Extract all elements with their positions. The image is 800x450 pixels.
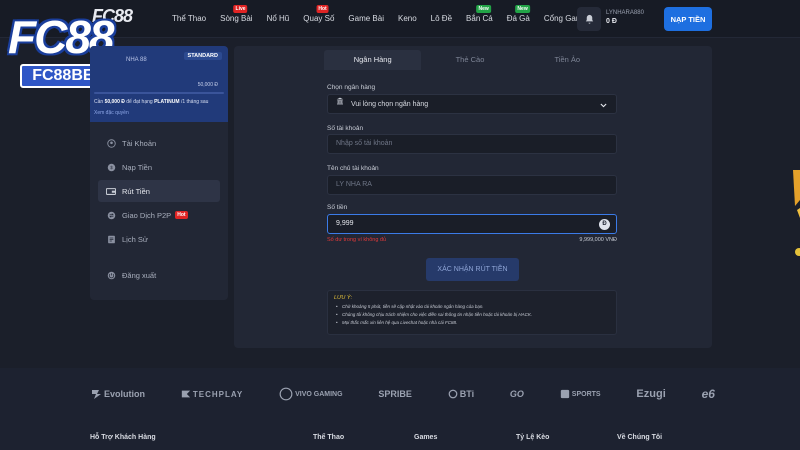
partner-ezugi: Ezugi — [636, 388, 666, 400]
footer-col-odds[interactable]: Tỷ Lệ Kèo — [516, 434, 549, 441]
sidebar-item-withdraw[interactable]: Rút Tiền — [98, 180, 220, 202]
live-badge: Live — [233, 5, 248, 13]
nav-card-games[interactable]: Game Bài — [348, 14, 384, 23]
bell-icon — [585, 14, 593, 24]
bank-select[interactable]: Vui lòng chọn ngân hàng — [327, 94, 617, 114]
nav-keno[interactable]: Keno — [398, 14, 417, 23]
vip-note: Cần 50,000 Đ để đạt hạng PLATINUM /1 thá… — [94, 99, 209, 105]
tab-bank[interactable]: Ngân Hàng — [324, 50, 422, 70]
chevron-down-icon — [599, 100, 608, 118]
withdraw-tabs: Ngân Hàng Thẻ Cào Tiền Ảo — [324, 50, 616, 70]
nav-lode[interactable]: Lô Đề — [431, 14, 452, 23]
notice-box: LƯU Ý: Chờ khoảng 5 phút, tiền sẽ cập nh… — [327, 290, 617, 335]
partner-bti: BTi — [448, 389, 474, 399]
sidebar-menu: Tài Khoản $ Nạp Tiền Rút Tiền Giao Dịch … — [90, 122, 228, 286]
amount-label: Số tiền — [327, 204, 348, 211]
partner-vivo: VIVO GAMING — [279, 387, 343, 401]
history-icon — [106, 234, 116, 244]
nav-sports[interactable]: Thể Thao — [172, 14, 206, 23]
main-nav: Thể Thao Live Sòng Bài Nổ Hũ Hot Quay Số G… — [172, 5, 601, 23]
vip-points: 50,000 Đ — [197, 82, 218, 88]
bank-icon — [336, 95, 344, 113]
hot-badge: Hot — [316, 5, 329, 13]
nav-slots[interactable]: Nổ Hũ — [267, 14, 290, 23]
currency-icon: Đ — [599, 219, 610, 230]
partner-techplay: TECHPLAY — [181, 389, 243, 399]
notice-title: LƯU Ý: — [334, 295, 353, 301]
footer: Evolution TECHPLAY VIVO GAMING SPRIBE BT… — [0, 368, 800, 450]
menu-spacer — [90, 252, 228, 262]
vip-progress-bar — [94, 92, 224, 94]
new-badge: New — [476, 5, 491, 13]
hot-badge: Hot — [175, 211, 188, 219]
sidebar-item-account[interactable]: Tài Khoản — [98, 132, 220, 154]
p2p-icon — [106, 210, 116, 220]
sidebar-item-deposit[interactable]: $ Nạp Tiền — [98, 156, 220, 178]
user-icon — [106, 138, 116, 148]
account-sidebar: NHA 88 STANDARD 50,000 Đ Cần 50,000 Đ để… — [90, 46, 228, 300]
username: LYNHARA880 — [606, 10, 644, 16]
tab-crypto[interactable]: Tiền Ảo — [519, 50, 616, 70]
new-badge: New — [515, 5, 530, 13]
sidebar-item-history[interactable]: Lịch Sử — [98, 228, 220, 250]
notification-button[interactable] — [577, 7, 601, 31]
vip-rank: NHA 88 — [126, 57, 147, 63]
converted-amount: 9,999,000 VNĐ — [579, 237, 617, 243]
confirm-withdraw-button[interactable]: XÁC NHẬN RÚT TIỀN — [426, 258, 519, 281]
sidebar-item-p2p[interactable]: Giao Dịch P2P Hot — [98, 204, 220, 226]
account-number-input[interactable]: Nhập số tài khoản — [327, 134, 617, 154]
vip-privileges-link[interactable]: Xem đặc quyền — [94, 110, 129, 116]
account-holder-label: Tên chủ tài khoản — [327, 165, 379, 172]
footer-col-about[interactable]: Về Chúng Tôi — [617, 434, 662, 441]
vivo-logo-icon — [279, 387, 293, 401]
footer-col-support[interactable]: Hỗ Trợ Khách Hàng — [90, 434, 156, 441]
nav-cockfight[interactable]: New Đá Gà — [507, 5, 530, 23]
vip-tier-badge: STANDARD — [183, 52, 222, 60]
notice-line: Chúng tôi không chịu trách nhiệm cho việ… — [334, 311, 610, 319]
amount-input[interactable]: 9,999 Đ — [327, 214, 617, 234]
deposit-button[interactable]: NẠP TIỀN — [664, 7, 712, 31]
partner-logos: Evolution TECHPLAY VIVO GAMING SPRIBE BT… — [90, 386, 715, 402]
tab-scratch-card[interactable]: Thẻ Cào — [421, 50, 518, 70]
logout-icon — [106, 270, 116, 280]
withdraw-panel: Ngân Hàng Thẻ Cào Tiền Ảo Chọn ngân hàng… — [234, 46, 712, 348]
deposit-icon: $ — [106, 162, 116, 172]
nav-fishing[interactable]: New Bắn Cá — [466, 5, 493, 23]
vip-card: NHA 88 STANDARD 50,000 Đ Cần 50,000 Đ để… — [90, 46, 228, 122]
side-banner-decoration — [793, 170, 800, 256]
bank-label: Chọn ngân hàng — [327, 84, 376, 91]
notice-line: Mọi thắc mắc xin liên hệ qua Livechat ho… — [334, 319, 610, 327]
partner-e6: e6 — [701, 387, 715, 401]
user-info[interactable]: LYNHARA880 0 Đ — [606, 7, 658, 31]
account-number-label: Số tài khoản — [327, 125, 364, 132]
account-holder-input: LY NHA RA — [327, 175, 617, 195]
sidebar-item-logout[interactable]: Đăng xuất — [98, 264, 220, 286]
amount-error: Số dư trong ví không đủ — [327, 237, 387, 243]
footer-col-sports[interactable]: Thể Thao — [313, 434, 344, 441]
techplay-logo-icon — [181, 390, 191, 398]
partner-sports: SPORTS — [560, 389, 601, 399]
nav-lottery[interactable]: Hot Quay Số — [303, 5, 334, 23]
partner-evolution: Evolution — [90, 388, 145, 400]
footer-col-games[interactable]: Games — [414, 434, 437, 441]
sports-logo-icon — [560, 389, 569, 399]
nav-casino[interactable]: Live Sòng Bài — [220, 5, 253, 23]
withdraw-icon — [106, 186, 116, 196]
bti-logo-icon — [448, 389, 458, 399]
user-balance: 0 Đ — [606, 18, 617, 25]
partner-go: GO — [509, 389, 524, 399]
partner-spribe: SPRIBE — [378, 389, 412, 399]
evolution-logo-icon — [92, 390, 101, 399]
notice-line: Chờ khoảng 5 phút, tiền sẽ cập nhật vào … — [334, 303, 610, 311]
